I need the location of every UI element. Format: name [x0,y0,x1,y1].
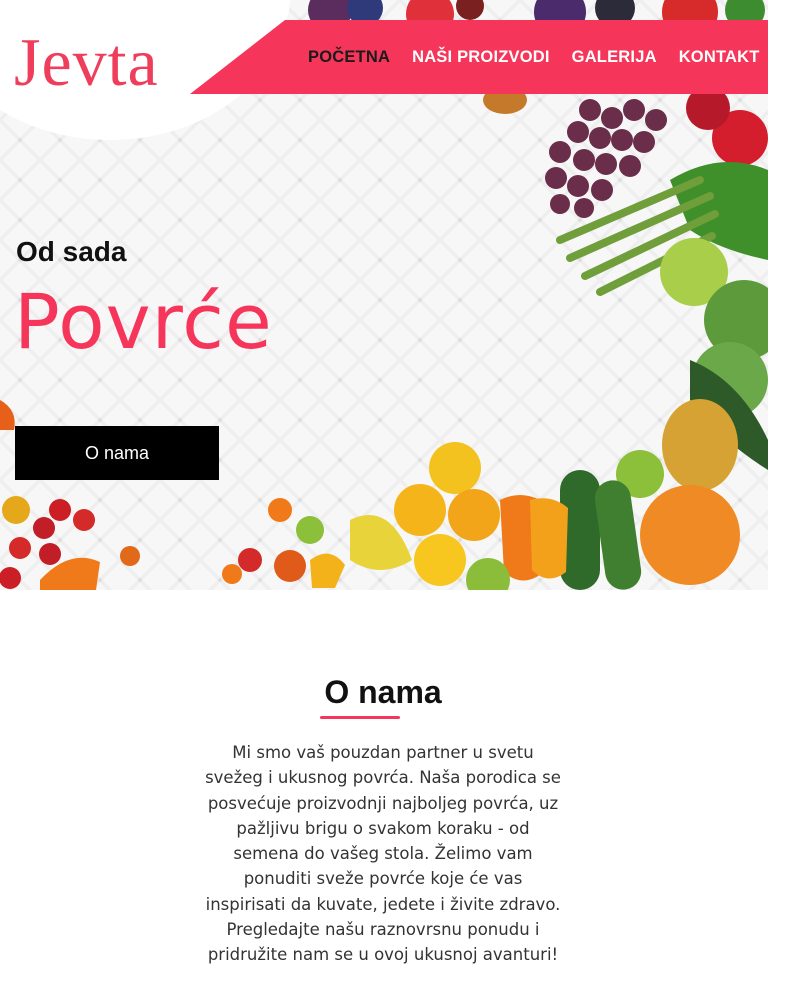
nav-item-kontakt[interactable]: KONTAKT [679,48,760,67]
nav-item-nasi-proizvodi[interactable]: NAŠI PROIZVODI [412,48,550,67]
hero-headline: Povrće [14,277,273,366]
nav-item-pocetna[interactable]: POČETNA [308,48,390,67]
hero-eyebrow: Od sada [16,236,127,267]
about-us-button[interactable]: O nama [15,426,219,480]
nav-item-galerija[interactable]: GALERIJA [572,48,657,67]
hero-section: Jevta POČETNA NAŠI PROIZVODI GALERIJA KO… [0,0,768,590]
about-body: Mi smo vaš pouzdan partner u svetu sveže… [205,743,561,965]
main-nav: POČETNA NAŠI PROIZVODI GALERIJA KONTAKT [308,20,760,94]
brand-logo[interactable]: Jevta [14,26,159,98]
about-title: O nama [324,674,442,710]
title-underline [320,716,400,719]
